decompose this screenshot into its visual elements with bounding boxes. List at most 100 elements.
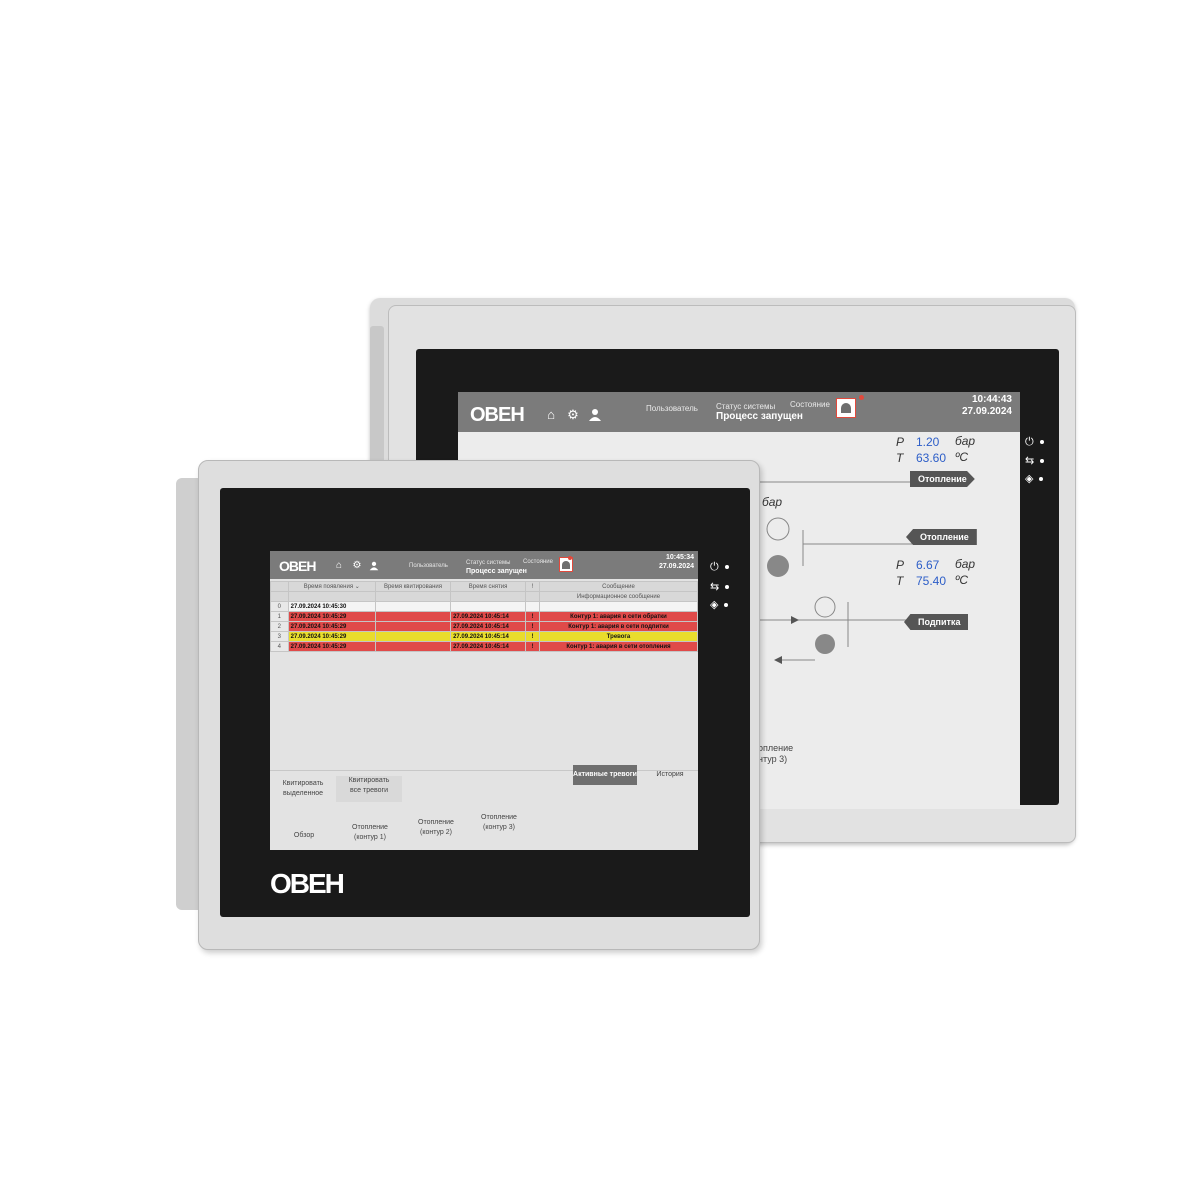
status-label: Статус системы <box>466 560 511 566</box>
state-label: Состояние <box>523 559 553 565</box>
status-value: Процесс запущен <box>466 568 527 575</box>
row-clear-time: 27.09.2024 10:45:14 <box>450 631 527 642</box>
col-message[interactable]: Сообщение <box>539 581 698 592</box>
row-number: 3 <box>270 631 289 642</box>
col-number <box>270 581 289 592</box>
table-row[interactable]: 4 27.09.2024 10:45:29 27.09.2024 10:45:1… <box>270 641 698 652</box>
row-ack-time <box>374 631 452 642</box>
nav-overview[interactable]: Обзор <box>284 831 324 841</box>
row-appear-time: 27.09.2024 10:45:29 <box>287 631 376 642</box>
home-icon[interactable]: ⌂ <box>334 561 344 571</box>
status-led-icon: ◈ <box>1025 472 1044 485</box>
pressure-unit-partial: бар <box>762 495 783 509</box>
table-subheader-row: Информационное сообщение <box>270 591 698 602</box>
power-led-icon: ⏻ <box>710 561 729 574</box>
ack-selected-button[interactable]: Квитировать выделенное <box>274 779 332 805</box>
row-appear-time: 27.09.2024 10:45:29 <box>287 611 376 622</box>
row-appear-time: 27.09.2024 10:45:30 <box>287 601 376 612</box>
ack-all-button[interactable]: Квитировать все тревоги <box>336 776 402 802</box>
row-number: 1 <box>270 611 289 622</box>
col-ack-time[interactable]: Время квитирования <box>374 581 452 592</box>
row-alert-icon: ! <box>525 621 541 632</box>
table-row[interactable]: 1 27.09.2024 10:45:29 27.09.2024 10:45:1… <box>270 611 698 622</box>
col-appear-time[interactable]: Время появления ⌄ <box>287 581 376 592</box>
nav-partial-heating-3[interactable]: опление нтур 3) <box>758 743 793 765</box>
row-message: Тревога <box>539 631 698 642</box>
table-row[interactable]: 3 27.09.2024 10:45:29 27.09.2024 10:45:1… <box>270 631 698 642</box>
row-alert-icon: ! <box>525 611 541 622</box>
history-tab[interactable]: История <box>642 765 698 785</box>
ack-selected-line2: выделенное <box>283 790 323 797</box>
clock-date: 27.09.2024 <box>658 563 694 570</box>
front-header-bar: ОВЕН ⌂ ⚙ Пользователь Статус системы Про… <box>270 551 698 579</box>
nav-heating-3[interactable]: Отопление (контур 3) <box>471 813 527 833</box>
heating-outlet-tag: Отопление <box>910 471 975 487</box>
row-appear-time: 27.09.2024 10:45:29 <box>287 621 376 632</box>
ack-selected-line1: Квитировать <box>282 780 324 787</box>
alarm-indicator-dot <box>568 556 572 560</box>
alarm-table: Время появления ⌄ Время квитирования Вре… <box>270 581 698 652</box>
row-ack-time <box>374 621 452 632</box>
nav-heating-3-line2: (контур 3) <box>483 824 515 831</box>
pressure-label-2: P <box>896 558 905 572</box>
ack-all-line1: Квитировать <box>348 777 390 784</box>
temp-value-2: 75.40 <box>916 574 947 588</box>
row-alert-icon <box>525 601 541 612</box>
row-number: 2 <box>270 621 289 632</box>
pressure-value-2: 6.67 <box>916 558 940 572</box>
front-panel-screen: ОВЕН ⌂ ⚙ Пользователь Статус системы Про… <box>270 551 698 850</box>
feed-tag: Подпитка <box>904 614 969 630</box>
ack-all-line2: все тревоги <box>350 787 388 794</box>
row-alert-icon: ! <box>525 631 541 642</box>
nav-heating-2[interactable]: Отопление (контур 2) <box>408 818 464 838</box>
row-message: Контур 1: авария в сети подпитки <box>539 621 698 632</box>
user-icon[interactable] <box>369 561 379 571</box>
nav-heating-2-line2: (контур 2) <box>420 829 452 836</box>
network-led-icon: ⇆ <box>710 580 730 593</box>
row-message <box>539 601 698 612</box>
row-clear-time: 27.09.2024 10:45:14 <box>450 641 527 652</box>
table-row[interactable]: 2 27.09.2024 10:45:29 27.09.2024 10:45:1… <box>270 621 698 632</box>
col-icon-alert-icon: ! <box>525 581 541 592</box>
nav-partial-line2: нтур 3) <box>758 754 788 764</box>
row-appear-time: 27.09.2024 10:45:29 <box>287 641 376 652</box>
gear-icon[interactable]: ⚙ <box>352 561 362 571</box>
active-alarms-tab[interactable]: Активные тревоги <box>573 765 637 785</box>
subheader-blank <box>450 591 527 602</box>
row-message: Контур 1: авария в сети обратки <box>539 611 698 622</box>
row-message: Контур 1: авария в сети отопления <box>539 641 698 652</box>
network-led-icon: ⇆ <box>1025 454 1045 467</box>
subheader-blank <box>525 591 541 602</box>
table-row[interactable]: 0 27.09.2024 10:45:30 <box>270 601 698 612</box>
row-alert-icon: ! <box>525 641 541 652</box>
subheader-blank <box>270 591 289 602</box>
subheader-blank <box>287 591 376 602</box>
clock-time: 10:45:34 <box>665 554 694 561</box>
row-ack-time <box>374 611 452 622</box>
col-appear-label: Время появления <box>303 584 354 590</box>
heating-inlet-tag: Отопление <box>906 529 977 545</box>
nav-heating-1-line2: (контур 1) <box>354 834 386 841</box>
pressure-unit-2: бар <box>955 557 976 571</box>
status-led-icon: ◈ <box>710 598 729 611</box>
nav-heating-2-line1: Отопление <box>418 819 454 826</box>
row-number: 0 <box>270 601 289 612</box>
user-label: Пользователь <box>409 563 448 569</box>
row-number: 4 <box>270 641 289 652</box>
table-header-row: Время появления ⌄ Время квитирования Вре… <box>270 581 698 592</box>
power-led-icon: ⏻ <box>1025 436 1044 449</box>
subheader-blank <box>374 591 452 602</box>
col-clear-time[interactable]: Время снятия <box>450 581 527 592</box>
nav-heating-3-line1: Отопление <box>481 814 517 821</box>
row-ack-time <box>374 601 452 612</box>
row-ack-time <box>374 641 452 652</box>
brand-logo-small: ОВЕН <box>279 558 316 574</box>
nav-heating-1[interactable]: Отопление (контур 1) <box>342 823 398 843</box>
row-clear-time: 27.09.2024 10:45:14 <box>450 611 527 622</box>
temp-label-2: T <box>896 574 904 588</box>
nav-heating-1-line1: Отопление <box>352 824 388 831</box>
col-info-message: Информационное сообщение <box>539 591 698 602</box>
nav-partial-line1: опление <box>758 743 794 753</box>
bezel-brand-logo: ОВЕН <box>270 868 345 899</box>
row-clear-time <box>450 601 527 612</box>
